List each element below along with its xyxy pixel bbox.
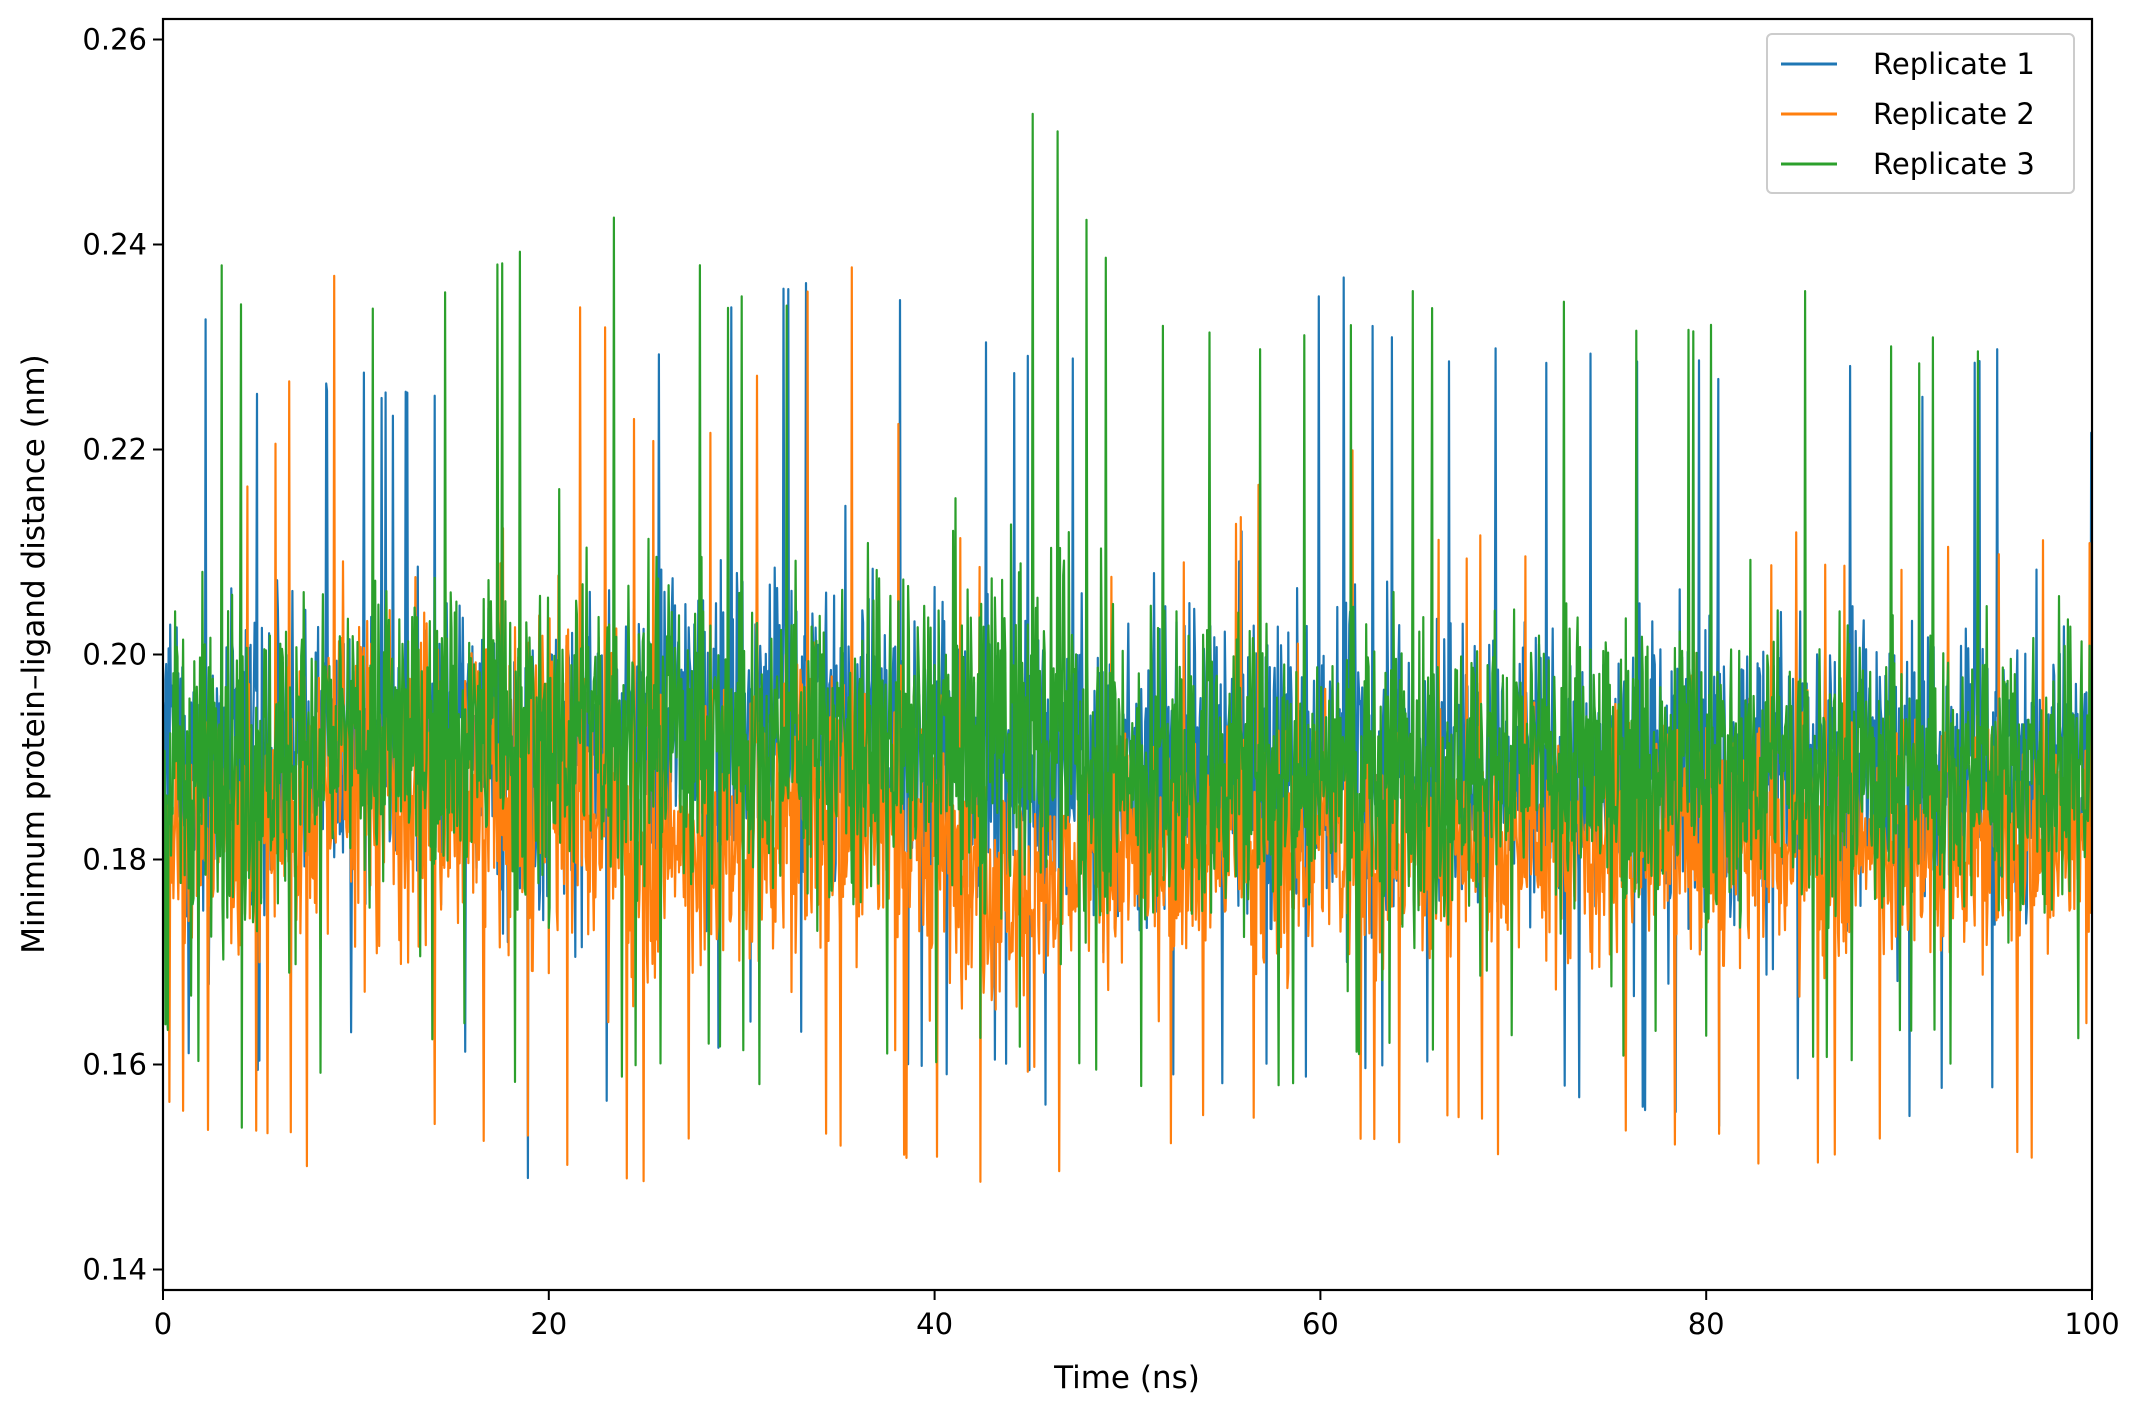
x-tick-label: 40 [916, 1307, 953, 1341]
y-tick-label: 0.26 [82, 23, 147, 57]
y-tick-label: 0.20 [82, 638, 147, 672]
legend-label-2: Replicate 2 [1873, 97, 2035, 131]
x-axis-label: Time (ns) [1053, 1360, 1200, 1396]
y-tick-label: 0.16 [82, 1048, 147, 1082]
legend: Replicate 1 Replicate 2 Replicate 3 [1766, 33, 2075, 194]
x-tick-label: 100 [2064, 1307, 2119, 1341]
x-tick-label: 20 [530, 1307, 567, 1341]
chart: 0 20 40 60 80 100 0.14 0.16 0.18 0.20 0.22 0.24 0.2… [0, 0, 2133, 1406]
legend-label-1: Replicate 1 [1873, 47, 2035, 81]
y-axis-label: Minimum protein–ligand distance (nm) [16, 354, 52, 954]
x-tick-label: 0 [154, 1307, 172, 1341]
x-tick-label: 80 [1688, 1307, 1725, 1341]
legend-label-3: Replicate 3 [1873, 147, 2035, 181]
y-tick-label: 0.24 [82, 228, 147, 262]
y-tick-label: 0.18 [82, 843, 147, 877]
y-tick-label: 0.14 [82, 1253, 147, 1287]
x-tick-label: 60 [1302, 1307, 1339, 1341]
y-tick-label: 0.22 [82, 433, 147, 467]
